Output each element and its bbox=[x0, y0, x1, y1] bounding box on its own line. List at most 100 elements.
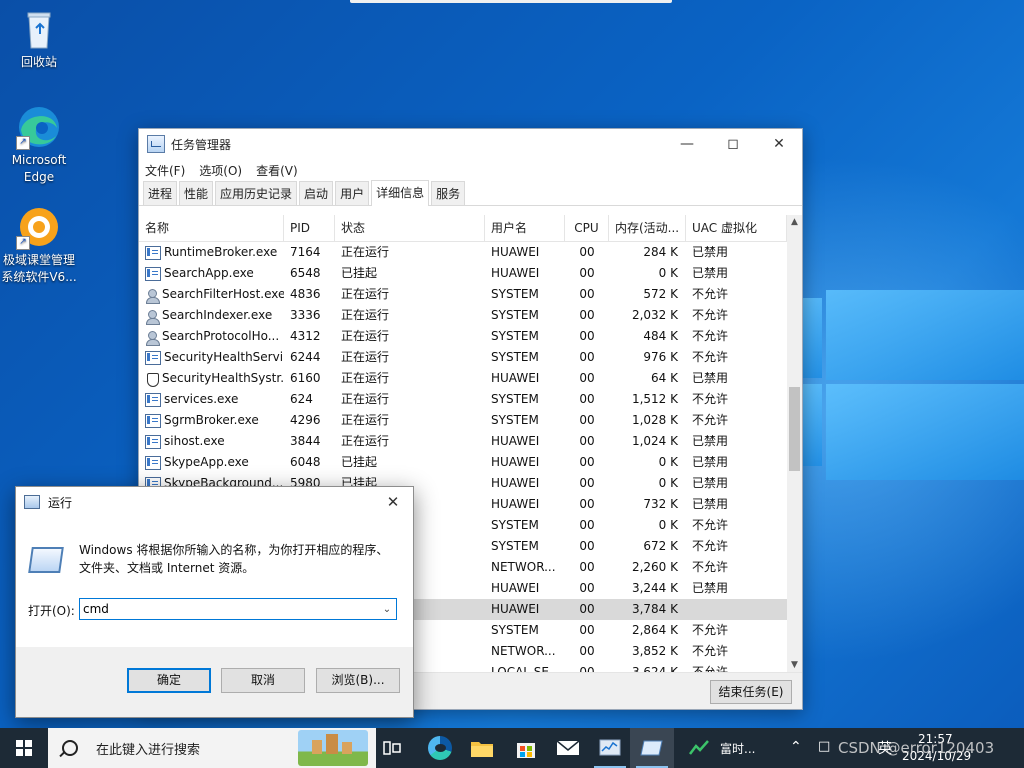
process-cpu-text: 00 bbox=[579, 581, 595, 595]
run-dialog-titlebar[interactable]: 运行 ✕ bbox=[16, 487, 413, 517]
table-row[interactable]: SecurityHealthSystr... 6160 正在运行 HUAWEI 00 64… bbox=[139, 368, 787, 389]
process-name: SkypeApp.exe bbox=[139, 452, 284, 473]
process-user: SYSTEM bbox=[485, 305, 565, 326]
vertical-scrollbar[interactable]: ▲ ▼ bbox=[787, 215, 802, 673]
desktop-icon-classroom-manager[interactable]: ↗ 极域课堂管理 系统软件V6... bbox=[0, 204, 78, 286]
menu-options[interactable]: 选项(O) bbox=[199, 162, 242, 179]
minimize-icon[interactable]: — bbox=[664, 129, 710, 159]
tab-startup[interactable]: 启动 bbox=[299, 181, 334, 205]
process-status: 正在运行 bbox=[335, 389, 485, 410]
process-memory-text: 0 K bbox=[658, 518, 678, 532]
menu-view[interactable]: 查看(V) bbox=[256, 162, 298, 179]
tab-performance[interactable]: 性能 bbox=[179, 181, 214, 205]
taskbar-file-explorer[interactable] bbox=[460, 728, 504, 768]
run-icon bbox=[640, 740, 663, 756]
table-row[interactable]: SearchFilterHost.exe 4836 正在运行 SYSTEM 00 572 … bbox=[139, 284, 787, 305]
column-header-pid[interactable]: PID bbox=[284, 215, 335, 241]
table-row[interactable]: sihost.exe 3844 正在运行 HUAWEI 00 1,024 K 已禁用 bbox=[139, 431, 787, 452]
table-row[interactable]: SkypeApp.exe 6048 已挂起 HUAWEI 00 0 K 已禁用 bbox=[139, 452, 787, 473]
table-row[interactable]: SgrmBroker.exe 4296 正在运行 SYSTEM 00 1,028 K 不允许 bbox=[139, 410, 787, 431]
process-cpu-text: 00 bbox=[579, 602, 595, 616]
task-view-button[interactable] bbox=[370, 728, 414, 768]
tab-processes[interactable]: 进程 bbox=[143, 181, 178, 205]
recycle-bin-icon bbox=[16, 6, 62, 52]
run-command-combobox[interactable]: ⌄ bbox=[79, 598, 397, 620]
taskbar-mail[interactable] bbox=[546, 728, 590, 768]
network-icon[interactable]: □ bbox=[818, 739, 830, 754]
process-cpu: 00 bbox=[565, 431, 609, 452]
desktop-icon-label: Microsoft Edge bbox=[11, 153, 67, 184]
process-pid: 624 bbox=[284, 389, 335, 410]
app-window-icon bbox=[145, 266, 161, 281]
process-user: HUAWEI bbox=[485, 578, 565, 599]
process-pid: 6244 bbox=[284, 347, 335, 368]
process-uac-text: 不允许 bbox=[692, 287, 729, 301]
table-row[interactable]: SearchProtocolHo... 4312 正在运行 SYSTEM 00 484 K… bbox=[139, 326, 787, 347]
close-icon[interactable]: ✕ bbox=[373, 493, 413, 511]
ok-button[interactable]: 确定 bbox=[127, 668, 211, 693]
process-user: SYSTEM bbox=[485, 326, 565, 347]
process-pid: 4312 bbox=[284, 326, 335, 347]
process-user: HUAWEI bbox=[485, 599, 565, 620]
cancel-button[interactable]: 取消 bbox=[221, 668, 305, 693]
tab-details[interactable]: 详细信息 bbox=[371, 180, 430, 206]
column-header-cpu[interactable]: CPU bbox=[565, 215, 609, 241]
scroll-up-icon[interactable]: ▲ bbox=[787, 215, 802, 230]
column-header-user[interactable]: 用户名 bbox=[485, 215, 565, 241]
tab-app-history[interactable]: 应用历史记录 bbox=[215, 181, 298, 205]
process-uac: 不允许 bbox=[686, 389, 787, 410]
process-pid-text: 4836 bbox=[290, 287, 321, 301]
process-memory-text: 672 K bbox=[643, 539, 678, 553]
start-button[interactable] bbox=[0, 728, 48, 768]
menu-file[interactable]: 文件(F) bbox=[145, 162, 185, 179]
column-header-name[interactable]: 名称 bbox=[139, 215, 284, 241]
process-name-text: sihost.exe bbox=[164, 434, 225, 448]
maximize-icon[interactable]: ◻ bbox=[710, 129, 756, 159]
table-row[interactable]: SecurityHealthServi... 6244 正在运行 SYSTEM 00 97… bbox=[139, 347, 787, 368]
tab-services[interactable]: 服务 bbox=[431, 181, 466, 205]
process-cpu-text: 00 bbox=[579, 350, 595, 364]
task-view-icon bbox=[383, 741, 401, 755]
process-memory: 1,024 K bbox=[609, 431, 686, 452]
process-uac-text: 不允许 bbox=[692, 623, 729, 637]
process-uac: 已禁用 bbox=[686, 494, 787, 515]
table-row[interactable]: SearchApp.exe 6548 已挂起 HUAWEI 00 0 K 已禁用 bbox=[139, 263, 787, 284]
end-task-button[interactable]: 结束任务(E) bbox=[710, 680, 792, 704]
tab-users[interactable]: 用户 bbox=[335, 181, 370, 205]
process-user: HUAWEI bbox=[485, 452, 565, 473]
column-header-uac[interactable]: UAC 虚拟化 bbox=[686, 215, 787, 241]
taskbar-search-box[interactable]: 在此键入进行搜索 bbox=[48, 728, 376, 768]
process-uac: 不允许 bbox=[686, 305, 787, 326]
table-header: ˄ 名称 PID 状态 用户名 CPU 内存(活动... UAC 虚拟化 bbox=[139, 215, 787, 242]
process-cpu-text: 00 bbox=[579, 308, 595, 322]
run-command-input[interactable] bbox=[80, 601, 378, 617]
menu-bar: 文件(F) 选项(O) 查看(V) bbox=[139, 159, 802, 181]
table-row[interactable]: services.exe 624 正在运行 SYSTEM 00 1,512 K 不允许 bbox=[139, 389, 787, 410]
task-manager-titlebar[interactable]: 任务管理器 — ◻ ✕ bbox=[139, 129, 802, 159]
table-row[interactable]: SearchIndexer.exe 3336 正在运行 SYSTEM 00 2,032 K… bbox=[139, 305, 787, 326]
taskbar-run[interactable] bbox=[630, 728, 674, 768]
desktop-icon-recycle-bin[interactable]: 回收站 bbox=[0, 6, 78, 71]
browse-button[interactable]: 浏览(B)... bbox=[316, 668, 400, 693]
taskbar-stock-app[interactable]: 富时... bbox=[680, 728, 770, 768]
close-icon[interactable]: ✕ bbox=[756, 129, 802, 159]
desktop-icon-edge[interactable]: ↗ Microsoft Edge bbox=[0, 104, 78, 186]
process-uac: 已禁用 bbox=[686, 242, 787, 263]
chevron-down-icon[interactable]: ⌄ bbox=[378, 604, 396, 615]
column-header-memory[interactable]: 内存(活动... bbox=[609, 215, 686, 241]
taskbar-task-manager[interactable] bbox=[588, 728, 632, 768]
scroll-down-icon[interactable]: ▼ bbox=[787, 658, 802, 673]
process-name-text: RuntimeBroker.exe bbox=[164, 245, 278, 259]
table-row[interactable]: RuntimeBroker.exe 7164 正在运行 HUAWEI 00 284 K 已禁… bbox=[139, 242, 787, 263]
process-user: NETWOR... bbox=[485, 641, 565, 662]
run-dialog-title: 运行 bbox=[48, 495, 73, 510]
scrollbar-thumb[interactable] bbox=[789, 387, 800, 471]
process-uac: 不允许 bbox=[686, 620, 787, 641]
taskbar-edge[interactable] bbox=[418, 728, 462, 768]
process-uac-text: 已禁用 bbox=[692, 455, 729, 469]
taskbar-store[interactable] bbox=[504, 728, 548, 768]
column-header-status[interactable]: 状态 bbox=[335, 215, 485, 241]
process-memory-text: 284 K bbox=[643, 245, 678, 259]
show-hidden-icons-icon[interactable]: ⌃ bbox=[790, 739, 802, 755]
process-name: sihost.exe bbox=[139, 431, 284, 452]
